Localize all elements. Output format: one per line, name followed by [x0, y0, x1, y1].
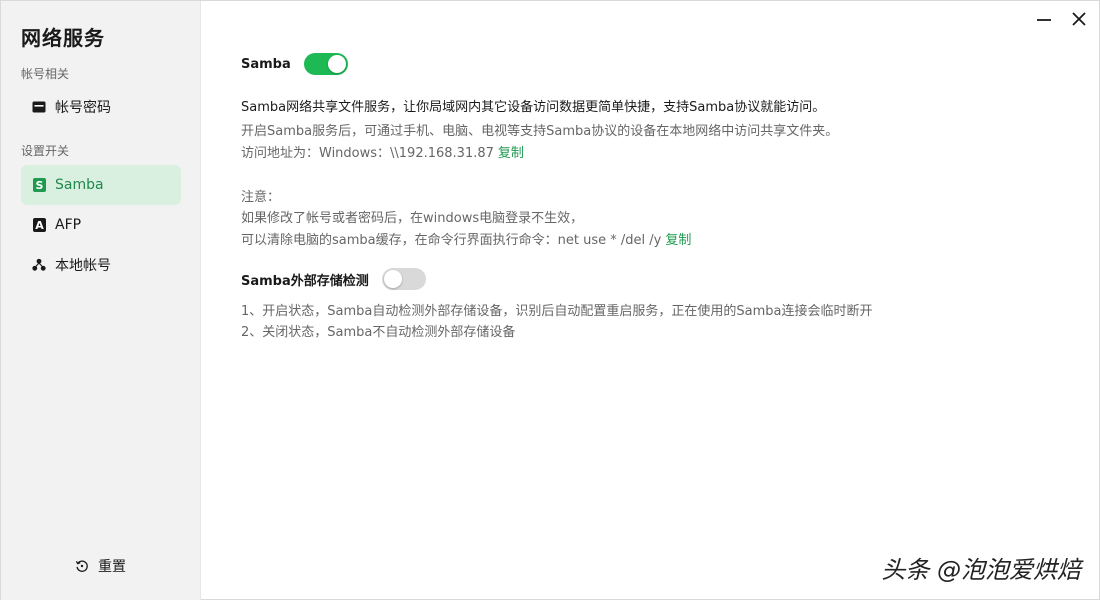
- reset-button[interactable]: 重置: [75, 556, 126, 576]
- copy-address-link[interactable]: 复制: [498, 146, 524, 161]
- card-icon: [32, 100, 46, 114]
- samba-description: Samba网络共享文件服务，让你局域网内其它设备访问数据更简单快捷，支持Samb…: [241, 100, 826, 115]
- sidebar-item-afp[interactable]: A AFP: [21, 205, 181, 245]
- app-title: 网络服务: [21, 26, 105, 50]
- app-window: 网络服务 帐号相关 帐号密码 设置开关 S Samba A AFP 本地帐号 重…: [0, 0, 1100, 600]
- toggle-knob: [383, 270, 402, 288]
- section-label-settings: 设置开关: [21, 144, 70, 158]
- external-storage-line-1: 1、开启状态，Samba自动检测外部存储设备，识别后自动配置重启服务，正在使用的…: [241, 304, 873, 319]
- note-line-1: 如果修改了帐号或者密码后，在windows电脑登录不生效，: [241, 211, 584, 226]
- note-line-2: 可以清除电脑的samba缓存，在命令行界面执行命令：net use * /del…: [241, 233, 662, 248]
- samba-icon: S: [32, 178, 46, 192]
- section-label-account: 帐号相关: [21, 67, 70, 81]
- reset-label: 重置: [98, 559, 126, 575]
- samba-option-row: Samba: [241, 53, 348, 75]
- toggle-knob: [327, 55, 346, 73]
- sidebar-item-label: AFP: [55, 217, 82, 233]
- samba-description-sub: 开启Samba服务后，可通过手机、电脑、电视等支持Samba协议的设备在本地网络…: [241, 124, 839, 139]
- sidebar: 网络服务 帐号相关 帐号密码 设置开关 S Samba A AFP 本地帐号 重…: [1, 1, 201, 600]
- samba-address-line: 访问地址为：Windows：\\192.168.31.87 复制: [241, 142, 524, 161]
- afp-icon: A: [32, 218, 46, 232]
- svg-text:A: A: [35, 219, 44, 232]
- external-storage-row: Samba外部存储检测: [241, 268, 426, 290]
- sidebar-item-label: 帐号密码: [55, 100, 111, 116]
- note-title: 注意：: [241, 190, 281, 205]
- note-line-2-row: 可以清除电脑的samba缓存，在命令行界面执行命令：net use * /del…: [241, 229, 691, 248]
- external-storage-toggle[interactable]: [381, 268, 426, 290]
- sidebar-item-label: 本地帐号: [55, 258, 111, 274]
- sidebar-item-account-password[interactable]: 帐号密码: [21, 87, 181, 127]
- sidebar-item-local-account[interactable]: 本地帐号: [21, 245, 181, 285]
- svg-text:S: S: [35, 179, 43, 192]
- samba-title: Samba: [241, 56, 291, 72]
- sidebar-item-label: Samba: [55, 177, 104, 193]
- copy-command-link[interactable]: 复制: [665, 233, 691, 248]
- external-storage-line-2: 2、关闭状态，Samba不自动检测外部存储设备: [241, 325, 516, 340]
- users-icon: [32, 258, 46, 272]
- external-storage-title: Samba外部存储检测: [241, 273, 369, 289]
- samba-address: 访问地址为：Windows：\\192.168.31.87: [241, 146, 494, 161]
- samba-toggle[interactable]: [303, 53, 348, 75]
- watermark-text: 头条 @泡泡爱烘焙: [881, 556, 1081, 584]
- main-content: Samba Samba网络共享文件服务，让你局域网内其它设备访问数据更简单快捷，…: [241, 1, 1099, 599]
- sidebar-item-samba[interactable]: S Samba: [21, 165, 181, 205]
- reset-icon: [75, 559, 89, 573]
